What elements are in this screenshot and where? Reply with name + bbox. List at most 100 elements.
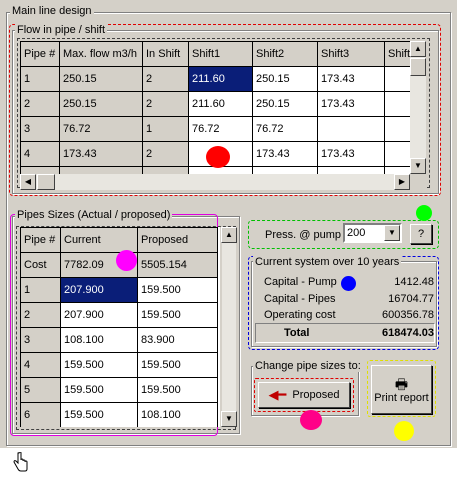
pipes-column-header[interactable]: Proposed <box>137 227 218 253</box>
current-system-title: Current system over 10 years <box>253 256 402 268</box>
hand-pointer-icon <box>13 451 29 475</box>
flow-cell[interactable] <box>384 116 410 142</box>
scroll-up-icon[interactable]: ▲ <box>410 41 426 57</box>
magenta-marker-dot <box>116 250 137 271</box>
flow-cell[interactable]: 173.43 <box>317 66 385 92</box>
pipes-cell[interactable]: 159.500 <box>137 377 218 403</box>
pipes-cell[interactable]: 159.500 <box>60 402 138 427</box>
flow-column-header[interactable]: Pipe # <box>20 41 60 67</box>
flow-column-header[interactable]: In Shift <box>142 41 189 67</box>
flow-cell[interactable]: 2 <box>142 91 189 117</box>
flow-cell[interactable]: 76.72 <box>59 116 143 142</box>
flow-row-header[interactable]: 5 <box>20 166 60 174</box>
table-row: 3 76.72 1 76.72 76.72 <box>20 116 410 142</box>
proposed-button[interactable]: ◀━ Proposed <box>258 382 350 408</box>
yellow-marker-dot <box>394 421 414 441</box>
capital-pipes-label: Capital - Pipes <box>264 293 336 305</box>
table-row: 3 108.100 83.900 <box>20 327 218 353</box>
flow-column-header[interactable]: Shift4 <box>384 41 410 67</box>
flow-cell[interactable]: 76.72 <box>188 116 253 142</box>
flow-column-header[interactable]: Shift2 <box>252 41 318 67</box>
flow-hscroll-thumb[interactable] <box>37 174 55 190</box>
scroll-left-icon[interactable]: ◀ <box>20 174 36 190</box>
flow-cell[interactable]: 2 <box>142 66 189 92</box>
total-label: Total <box>284 327 310 339</box>
flow-hscrollbar[interactable]: ◀ ▶ <box>20 174 410 190</box>
print-report-button[interactable]: 🖶 Print report <box>371 365 432 414</box>
scroll-right-icon[interactable]: ▶ <box>394 174 410 190</box>
pressure-help-button[interactable]: ? <box>410 224 432 244</box>
table-row: 5 159.500 159.500 <box>20 377 218 403</box>
flow-cell[interactable]: 250.15 <box>252 66 318 92</box>
pipes-cell[interactable]: 207.900 <box>60 277 138 303</box>
flow-vscroll-thumb[interactable] <box>410 58 426 76</box>
scroll-down-icon[interactable]: ▼ <box>410 158 426 174</box>
pipes-cell[interactable]: 159.500 <box>137 277 218 303</box>
pipes-row-header[interactable]: 1 <box>20 277 61 303</box>
flow-cell[interactable]: 1 <box>142 116 189 142</box>
pipes-cell[interactable]: 159.500 <box>137 302 218 328</box>
pipes-vscrollbar[interactable]: ▲ ▼ <box>221 227 237 427</box>
pipes-column-header[interactable]: Current <box>60 227 138 253</box>
scroll-down-icon[interactable]: ▼ <box>221 411 237 427</box>
pink-marker-dot <box>300 410 322 430</box>
green-marker-dot <box>416 205 432 221</box>
flow-cell[interactable]: 173.43 <box>317 166 385 174</box>
flow-cell[interactable]: 211.60 <box>188 66 253 92</box>
flow-cell[interactable] <box>384 66 410 92</box>
flow-cell[interactable]: 173.43 <box>59 141 143 167</box>
operating-cost-label: Operating cost <box>264 309 336 321</box>
pipes-group-title: Pipes Sizes (Actual / proposed) <box>15 209 173 221</box>
flow-cell[interactable]: 2 <box>142 141 189 167</box>
pipes-cell[interactable]: 108.100 <box>60 327 138 353</box>
flow-row-header[interactable]: 2 <box>20 91 60 117</box>
cost-cell: Cost <box>20 252 61 278</box>
change-pipe-sizes-title: Change pipe sizes to: <box>253 360 363 372</box>
flow-cell[interactable]: 76.72 <box>252 116 318 142</box>
flow-column-header[interactable]: Max. flow m3/h <box>59 41 143 67</box>
flow-cell[interactable]: 173.43 <box>317 141 385 167</box>
table-row: 6 159.500 108.100 <box>20 402 218 427</box>
printer-icon: 🖶 <box>394 375 409 392</box>
flow-cell[interactable] <box>384 166 410 174</box>
proposed-button-label: Proposed <box>292 389 340 401</box>
pipes-row-header[interactable]: 2 <box>20 302 61 328</box>
pipes-column-header[interactable]: Pipe # <box>20 227 61 253</box>
flow-cell[interactable]: 2 <box>142 166 189 174</box>
flow-cell[interactable] <box>384 141 410 167</box>
pipes-cell[interactable]: 159.500 <box>60 377 138 403</box>
pipes-cell[interactable]: 159.500 <box>60 352 138 378</box>
pipes-cell[interactable]: 207.900 <box>60 302 138 328</box>
flow-cell[interactable]: 250.15 <box>252 91 318 117</box>
flow-cell[interactable]: 173.43 <box>59 166 143 174</box>
flow-cell[interactable] <box>317 116 385 142</box>
pipes-row-header[interactable]: 6 <box>20 402 61 427</box>
flow-row-header[interactable]: 1 <box>20 66 60 92</box>
chevron-down-icon[interactable]: ▼ <box>384 225 400 241</box>
pipes-row-header[interactable]: 4 <box>20 352 61 378</box>
scroll-up-icon[interactable]: ▲ <box>221 227 237 243</box>
flow-cell[interactable] <box>384 91 410 117</box>
flow-vscrollbar[interactable]: ▲ ▼ <box>410 41 426 174</box>
pipes-cell[interactable]: 108.100 <box>137 402 218 427</box>
flow-cell[interactable]: 173.43 <box>252 166 318 174</box>
flow-cell[interactable]: 211.60 <box>188 91 253 117</box>
pipes-header-row: Pipe # Current Proposed <box>20 227 218 253</box>
flow-cell[interactable]: 250.15 <box>59 66 143 92</box>
pipes-row-header[interactable]: 5 <box>20 377 61 403</box>
flow-cell[interactable]: 250.15 <box>59 91 143 117</box>
flow-cell[interactable]: 173.43 <box>317 91 385 117</box>
pipes-row-header[interactable]: 3 <box>20 327 61 353</box>
pipes-cell[interactable]: 159.500 <box>137 352 218 378</box>
flow-column-header[interactable]: Shift3 <box>317 41 385 67</box>
pipes-cell[interactable]: 83.900 <box>137 327 218 353</box>
flow-column-header[interactable]: Shift1 <box>188 41 253 67</box>
blue-marker-dot <box>341 276 356 291</box>
table-row: 1 207.900 159.500 <box>20 277 218 303</box>
red-marker-dot <box>206 146 230 168</box>
table-row: 4 159.500 159.500 <box>20 352 218 378</box>
flow-row-header[interactable]: 4 <box>20 141 60 167</box>
pressure-select[interactable]: 200 ▼ <box>343 223 402 243</box>
flow-row-header[interactable]: 3 <box>20 116 60 142</box>
flow-cell[interactable]: 173.43 <box>252 141 318 167</box>
